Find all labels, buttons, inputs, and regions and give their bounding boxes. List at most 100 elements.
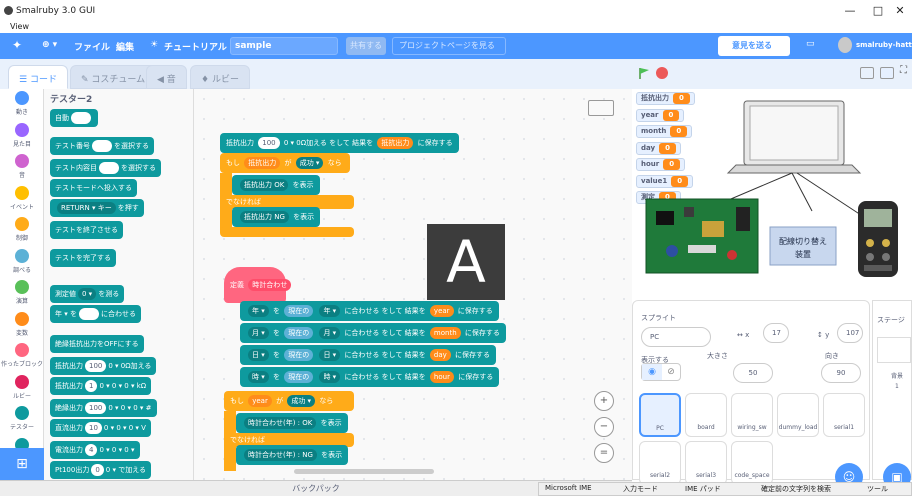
category-item[interactable]: 調べる: [0, 248, 44, 274]
block-input[interactable]: 時計合わせ(年) : NG: [244, 449, 317, 461]
if-else-block[interactable]: もし year が 成功 ▾ なら: [224, 391, 354, 411]
sprite-thumbnail[interactable]: board: [685, 393, 727, 437]
minimize-button[interactable]: —: [838, 3, 862, 19]
zoom-reset-button[interactable]: =: [594, 443, 614, 463]
small-stage-icon[interactable]: [860, 67, 874, 79]
palette-block[interactable]: Pt100出力 0 0 ▾ で加える: [50, 461, 152, 479]
palette-block[interactable]: 抵抗出力 100 0 ▾ 0Ω加える: [50, 357, 157, 375]
toggle-input[interactable]: [71, 112, 91, 124]
project-name-input[interactable]: sample: [230, 37, 338, 55]
maximize-button[interactable]: □: [866, 3, 890, 19]
sprite-thumbnail[interactable]: dummy_load: [777, 393, 819, 437]
variable-reporter[interactable]: 抵抗出力: [244, 157, 281, 169]
if-else-block[interactable]: もし 抵抗出力 が 成功 ▾ なら: [220, 153, 350, 173]
palette-block[interactable]: テストを終了させる: [50, 221, 123, 239]
category-item[interactable]: ルビー: [0, 374, 44, 400]
sprite-name-input[interactable]: PC: [641, 327, 711, 347]
block-input[interactable]: 時計合わせ(年) : OK: [244, 417, 317, 429]
zoom-out-button[interactable]: −: [594, 417, 614, 437]
stop-icon[interactable]: [656, 67, 668, 79]
toggle-input[interactable]: [78, 308, 99, 320]
variable-dropdown[interactable]: year: [429, 305, 454, 317]
set-clock-block[interactable]: 日 ▾ を 現在の 日 ▾ に合わせる をして 結果を day に保存する: [240, 345, 497, 365]
block-input[interactable]: 抵抗出力 OK: [240, 179, 289, 191]
x-input[interactable]: 17: [763, 323, 789, 343]
direction-input[interactable]: 90: [821, 363, 861, 383]
field-dropdown[interactable]: 年 ▾: [248, 305, 269, 317]
palette-block[interactable]: 絶縁抵抗出力をOFFにする: [50, 335, 144, 353]
block-input[interactable]: 100: [85, 402, 107, 414]
zoom-in-button[interactable]: +: [594, 391, 614, 411]
define-block[interactable]: 定義 時計合わせ: [224, 267, 292, 303]
block-input[interactable]: 0: [91, 464, 104, 476]
sprite-thumbnail[interactable]: wiring_sw: [731, 393, 773, 437]
see-project-page-button[interactable]: プロジェクトページを見る: [392, 37, 506, 55]
category-item[interactable]: 作ったブロック: [0, 343, 44, 368]
field-dropdown[interactable]: 時 ▾: [319, 371, 341, 383]
username[interactable]: smalruby-hatti: [856, 41, 912, 49]
sprite-thumbnail[interactable]: serial2: [639, 441, 681, 485]
block-input[interactable]: 1: [85, 380, 98, 392]
size-input[interactable]: 50: [733, 363, 773, 383]
share-button[interactable]: 共有する: [346, 37, 386, 55]
result-dropdown[interactable]: 成功 ▾: [295, 157, 324, 169]
field-dropdown[interactable]: 月 ▾: [248, 327, 269, 339]
category-item[interactable]: 音: [0, 154, 44, 179]
eye-slash-icon[interactable]: ⊘: [662, 364, 680, 380]
palette-block[interactable]: 測定値 0 ▾ を測る: [50, 285, 125, 303]
field-dropdown[interactable]: 日 ▾: [319, 349, 341, 361]
palette-block[interactable]: 電流出力 4 0 ▾ 0 ▾ 0 ▾: [50, 441, 140, 459]
menu-view[interactable]: View: [10, 22, 29, 31]
palette-block[interactable]: テスト内容目 を選択する: [50, 159, 161, 177]
category-item[interactable]: 見た目: [0, 122, 44, 148]
palette-block[interactable]: 年 ▾ を に合わせる: [50, 305, 141, 323]
green-flag-icon[interactable]: [638, 67, 650, 79]
palette-block[interactable]: テストモードへ投入する: [50, 179, 137, 197]
palette-block[interactable]: 自動: [50, 109, 98, 127]
block-input[interactable]: 10: [85, 422, 102, 434]
stage-thumbnail[interactable]: [877, 337, 911, 363]
set-clock-block[interactable]: 時 ▾ を 現在の 時 ▾ に合わせる をして 結果を hour に保存する: [240, 367, 500, 387]
palette-block[interactable]: 絶縁出力 100 0 ▾ 0 ▾ 0 ▾ #: [50, 399, 157, 417]
tab-code[interactable]: ☰ コード: [8, 65, 68, 89]
field-dropdown[interactable]: 年 ▾: [319, 305, 341, 317]
sprite-thumbnail[interactable]: serial3: [685, 441, 727, 485]
variable-dropdown[interactable]: day: [429, 349, 451, 361]
tutorial-menu[interactable]: チュートリアル: [164, 40, 227, 53]
feedback-button[interactable]: 意見を送る: [718, 36, 790, 56]
ime-name[interactable]: Microsoft IME: [545, 484, 592, 492]
logo-icon[interactable]: ✦: [12, 38, 22, 52]
display-block[interactable]: 抵抗出力 NG を表示: [232, 207, 321, 227]
category-item[interactable]: 演算: [0, 280, 44, 305]
block-input[interactable]: 4: [85, 444, 98, 456]
block-input[interactable]: RETURN ▾ キー: [57, 202, 116, 214]
palette-block[interactable]: テストを完了する: [50, 249, 116, 267]
language-menu[interactable]: ⊕ ▾: [42, 40, 57, 50]
add-extension-button[interactable]: ⊞: [0, 448, 44, 480]
tab-sounds[interactable]: ◀ 音: [146, 65, 187, 89]
resistance-output-block[interactable]: 抵抗出力 100 0 ▾ 0Ω加える をして 結果を 抵抗出力 に保存する: [220, 133, 459, 153]
toggle-input[interactable]: [99, 162, 119, 174]
palette-block[interactable]: テスト番号 を選択する: [50, 137, 154, 155]
palette-block[interactable]: 抵抗出力 1 0 ▾ 0 ▾ 0 ▾ kΩ: [50, 377, 152, 395]
block-input[interactable]: 100: [258, 137, 280, 149]
tab-costumes[interactable]: ✎ コスチューム: [70, 65, 157, 89]
ime-pad[interactable]: IME パッド: [685, 484, 721, 494]
ime-search[interactable]: 確定前の文字列を検索: [761, 484, 831, 494]
file-menu[interactable]: ファイル: [74, 40, 110, 53]
palette-block[interactable]: RETURN ▾ キー を押す: [50, 199, 144, 217]
display-block[interactable]: 抵抗出力 OK を表示: [232, 175, 320, 195]
sprite-thumbnail[interactable]: PC: [639, 393, 681, 437]
block-input[interactable]: 100: [85, 360, 107, 372]
field-dropdown[interactable]: 時 ▾: [248, 371, 269, 383]
script-area[interactable]: 抵抗出力 100 0 ▾ 0Ω加える をして 結果を 抵抗出力 に保存する もし…: [194, 89, 632, 480]
tab-ruby[interactable]: ♦ ルビー: [190, 65, 250, 89]
set-clock-block[interactable]: 年 ▾ を 現在の 年 ▾ に合わせる をして 結果を year に保存する: [240, 301, 499, 321]
sprite-thumbnail[interactable]: code_space: [731, 441, 773, 485]
display-block[interactable]: 時計合わせ(年) : OK を表示: [236, 413, 348, 433]
avatar[interactable]: [838, 37, 852, 53]
variable-dropdown[interactable]: 抵抗出力: [377, 137, 414, 149]
variable-dropdown[interactable]: hour: [429, 371, 454, 383]
category-item[interactable]: テスター: [0, 406, 44, 431]
eye-icon[interactable]: ◉: [642, 364, 662, 380]
